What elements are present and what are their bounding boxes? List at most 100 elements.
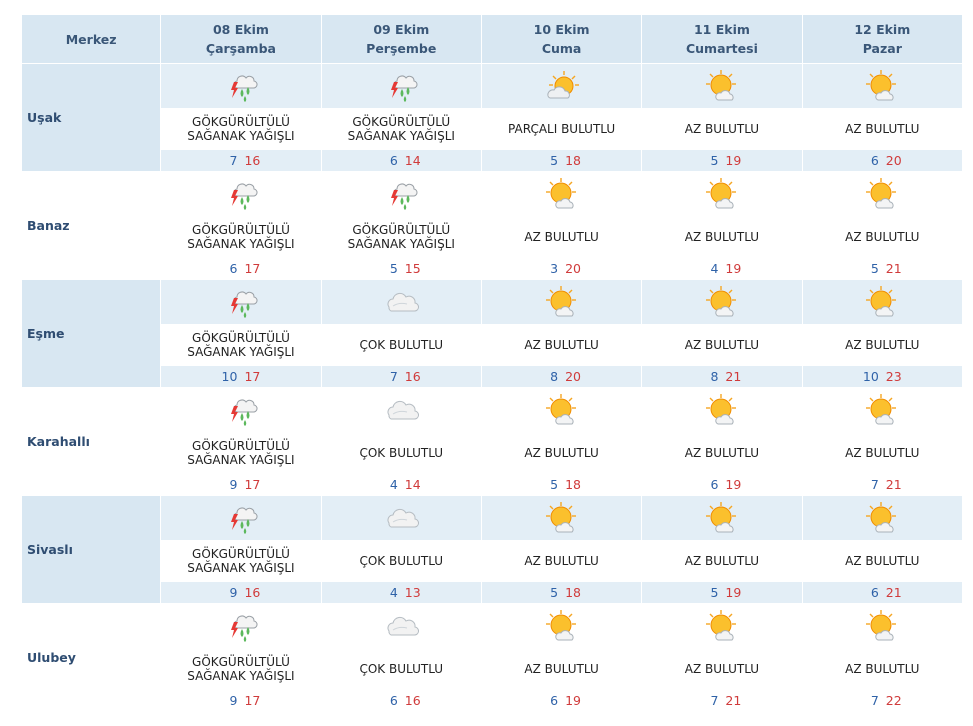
city-icon-row: Uşak xyxy=(22,64,962,171)
min-temperature: 8 xyxy=(550,369,559,384)
weather-icon-cell xyxy=(161,604,321,648)
weather-description-line: SAĞANAK YAĞIŞLI xyxy=(187,453,295,467)
weather-description-line: GÖKGÜRÜLTÜLÜ xyxy=(192,331,290,345)
max-temperature: 17 xyxy=(244,693,261,708)
weather-description-line: AZ BULUTLU xyxy=(684,554,760,568)
weather-description: ÇOK BULUTLU xyxy=(321,541,481,581)
weather-icon-cell xyxy=(481,388,642,432)
weather-icon-cell xyxy=(802,64,962,108)
weather-description-line: SAĞANAK YAĞIŞLI xyxy=(187,237,295,251)
temperature-cell: 3 20 xyxy=(481,258,642,279)
weather-description-line: AZ BULUTLU xyxy=(684,446,760,460)
temperature-cell: 4 14 xyxy=(321,474,481,495)
temperature-cell: 8 21 xyxy=(642,366,802,387)
city-name: Uşak xyxy=(22,64,161,171)
mostly-sunny-icon xyxy=(542,610,582,641)
temperature-cell: 6 14 xyxy=(321,150,481,171)
weather-icon-cell xyxy=(321,604,481,648)
city-temp-row: 9 17 6 16 6 19 7 21 7 22 xyxy=(22,690,962,711)
forecast-container: Merkez 08 Ekim Çarşamba 09 Ekim Perşembe 1… xyxy=(21,14,973,712)
min-temperature: 5 xyxy=(710,585,719,600)
temperature-cell: 7 16 xyxy=(161,150,321,171)
cloudy-icon xyxy=(381,508,421,528)
city-temp-row: 7 16 6 14 5 18 5 19 6 20 xyxy=(22,150,962,171)
weather-icon-cell xyxy=(802,604,962,648)
weather-description-line: AZ BULUTLU xyxy=(524,554,599,568)
max-temperature: 19 xyxy=(725,153,742,168)
mostly-sunny-icon xyxy=(862,610,902,641)
day-name: Cuma xyxy=(541,41,582,56)
weather-description: AZ BULUTLU xyxy=(642,433,802,473)
city-desc-row: GÖKGÜRÜLTÜLÜ SAĞANAK YAĞIŞLI GÖKGÜRÜLTÜLÜ S… xyxy=(22,109,962,149)
max-temperature: 19 xyxy=(565,693,581,708)
forecast-table: Merkez 08 Ekim Çarşamba 09 Ekim Perşembe 1… xyxy=(21,14,963,712)
weather-description-line: SAĞANAK YAĞIŞLI xyxy=(187,669,295,683)
max-temperature: 18 xyxy=(565,477,581,492)
mostly-sunny-icon xyxy=(702,178,742,209)
weather-icon-cell xyxy=(321,388,481,432)
day-name: Çarşamba xyxy=(205,41,276,56)
temperature-cell: 5 19 xyxy=(642,150,802,171)
weather-description-line: AZ BULUTLU xyxy=(845,662,920,676)
min-temperature: 6 xyxy=(870,153,879,168)
max-temperature: 18 xyxy=(565,153,581,168)
weather-icon-cell xyxy=(481,280,642,324)
weather-description-line: SAĞANAK YAĞIŞLI xyxy=(347,237,455,251)
max-temperature: 22 xyxy=(885,693,902,708)
max-temperature: 16 xyxy=(404,369,421,384)
max-temperature: 20 xyxy=(565,261,581,276)
thunderstorm-icon xyxy=(223,183,259,210)
weather-description-line: AZ BULUTLU xyxy=(845,554,920,568)
mostly-sunny-icon xyxy=(702,70,742,101)
city-icon-row: Ulubey xyxy=(22,604,962,711)
temperature-cell: 7 16 xyxy=(321,366,481,387)
city-desc-row: GÖKGÜRÜLTÜLÜ SAĞANAK YAĞIŞLI ÇOK BULUTLU AZ… xyxy=(22,325,962,365)
max-temperature: 23 xyxy=(885,369,902,384)
temperature-cell: 5 18 xyxy=(481,150,642,171)
weather-icon-cell xyxy=(802,280,962,324)
weather-icon-cell xyxy=(161,64,321,108)
weather-description: GÖKGÜRÜLTÜLÜ SAĞANAK YAĞIŞLI xyxy=(161,649,321,689)
weather-icon-cell xyxy=(321,172,481,216)
max-temperature: 19 xyxy=(725,261,742,276)
max-temperature: 21 xyxy=(725,693,742,708)
max-temperature: 17 xyxy=(244,261,261,276)
day-header: 08 Ekim Çarşamba xyxy=(161,15,321,63)
temperature-cell: 5 19 xyxy=(642,582,802,603)
temperature-cell: 10 17 xyxy=(161,366,321,387)
min-temperature: 6 xyxy=(710,477,719,492)
mostly-sunny-icon xyxy=(702,394,742,425)
min-temperature: 5 xyxy=(550,585,559,600)
day-name: Pazar xyxy=(862,41,902,56)
weather-description: AZ BULUTLU xyxy=(481,325,642,365)
max-temperature: 21 xyxy=(885,585,902,600)
min-temperature: 7 xyxy=(870,477,879,492)
temperature-cell: 7 21 xyxy=(642,690,802,711)
weather-description: AZ BULUTLU xyxy=(802,433,962,473)
weather-icon-cell xyxy=(481,172,642,216)
weather-description-line: ÇOK BULUTLU xyxy=(359,446,444,460)
weather-description-line: SAĞANAK YAĞIŞLI xyxy=(187,561,295,575)
weather-description: GÖKGÜRÜLTÜLÜ SAĞANAK YAĞIŞLI xyxy=(321,109,481,149)
min-temperature: 5 xyxy=(550,477,559,492)
weather-description: AZ BULUTLU xyxy=(642,649,802,689)
weather-description-line: AZ BULUTLU xyxy=(845,446,920,460)
min-temperature: 10 xyxy=(221,369,238,384)
weather-description: PARÇALI BULUTLU xyxy=(481,109,642,149)
thunderstorm-icon xyxy=(223,507,259,534)
day-date: 09 Ekim xyxy=(373,22,430,37)
weather-description: GÖKGÜRÜLTÜLÜ SAĞANAK YAĞIŞLI xyxy=(321,217,481,257)
weather-icon-cell xyxy=(642,64,802,108)
merkez-header: Merkez xyxy=(22,15,161,63)
temperature-cell: 6 19 xyxy=(642,474,802,495)
max-temperature: 21 xyxy=(885,477,902,492)
weather-description-line: GÖKGÜRÜLTÜLÜ xyxy=(352,223,451,237)
weather-icon-cell xyxy=(161,388,321,432)
mostly-sunny-icon xyxy=(542,178,582,209)
weather-description-line: GÖKGÜRÜLTÜLÜ xyxy=(192,655,290,669)
weather-icon-cell xyxy=(481,604,642,648)
weather-description: AZ BULUTLU xyxy=(802,325,962,365)
weather-description-line: AZ BULUTLU xyxy=(524,446,599,460)
mostly-sunny-icon xyxy=(542,502,582,533)
temperature-cell: 9 16 xyxy=(161,582,321,603)
